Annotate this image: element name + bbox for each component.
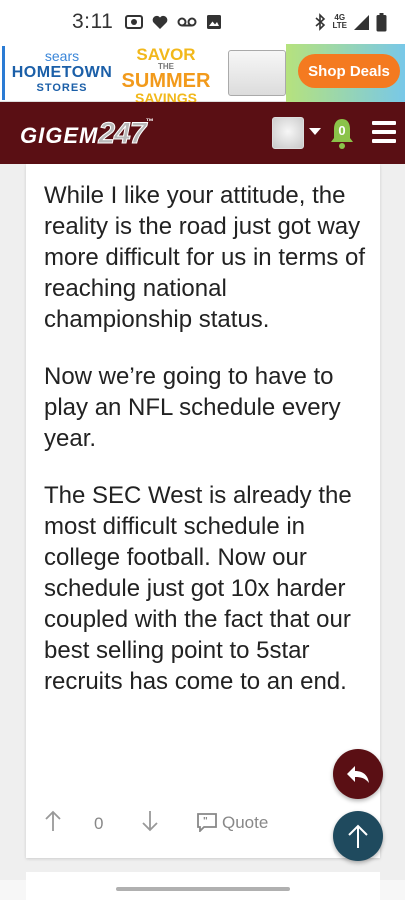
ad-product-image [228, 50, 286, 96]
quote-button[interactable]: Quote [222, 813, 268, 833]
next-post-card [26, 872, 380, 900]
battery-icon [376, 12, 387, 31]
reply-button[interactable] [333, 749, 383, 799]
ad-marker [2, 46, 5, 100]
bluetooth-icon [315, 13, 326, 31]
logo-tm: ™ [145, 117, 155, 126]
ad-savor-line1: SAVOR [136, 45, 196, 64]
vote-count: 0 [94, 814, 104, 833]
signal-icon [354, 14, 369, 30]
ad-sears-line2: HOMETOWN [11, 64, 113, 81]
voicemail-icon [177, 17, 197, 27]
logo-text: GIGEM [20, 123, 99, 148]
quote-icon[interactable]: " [196, 812, 218, 832]
ad-savor-line3: SUMMER [121, 70, 211, 92]
notification-count: 0 [338, 123, 346, 138]
scroll-to-top-button[interactable] [333, 811, 383, 861]
network-sub: LTE [332, 21, 347, 30]
site-logo[interactable]: GIGEM247™ [20, 117, 154, 151]
image-icon [207, 15, 222, 29]
ad-sears-logo: sears HOMETOWN STORES [8, 48, 116, 94]
network-indicator: 4G LTE [332, 14, 347, 30]
status-icons-right: 4G LTE [314, 12, 387, 32]
svg-text:": " [203, 816, 208, 827]
status-bar: 3:11 4G LTE [0, 0, 405, 44]
up-arrow-icon[interactable] [44, 810, 62, 832]
down-arrow-icon[interactable] [141, 810, 159, 832]
chevron-down-icon[interactable] [309, 128, 321, 135]
menu-bar [372, 139, 396, 143]
heart-icon [152, 15, 168, 29]
avatar[interactable] [272, 117, 304, 149]
post-paragraph: While I like your attitude, the reality … [44, 182, 365, 333]
ad-sears-line1: sears [44, 48, 80, 64]
post-body: While I like your attitude, the reality … [44, 180, 374, 723]
home-gesture-bar[interactable] [116, 887, 290, 891]
status-icons-left [125, 14, 222, 30]
status-time: 3:11 [72, 10, 114, 33]
post-actions: 0 " Quote [44, 808, 374, 838]
shop-deals-button[interactable]: Shop Deals [298, 54, 400, 88]
menu-bar [372, 130, 396, 134]
logo-number: 247 [98, 117, 147, 151]
ad-sears-line3: STORES [36, 82, 88, 94]
menu-bar [372, 121, 396, 125]
ad-savor-headline: SAVOR THE SUMMER SAVINGS [116, 46, 216, 105]
photo-icon [125, 15, 144, 29]
ad-banner[interactable]: sears HOMETOWN STORES SAVOR THE SUMMER S… [0, 44, 405, 105]
post-paragraph: Now we’re going to have to play an NFL s… [44, 363, 341, 452]
menu-icon[interactable] [372, 121, 398, 143]
reply-icon [347, 766, 369, 783]
post-paragraph: The SEC West is already the most difficu… [44, 482, 352, 695]
arrow-up-icon [348, 824, 368, 848]
